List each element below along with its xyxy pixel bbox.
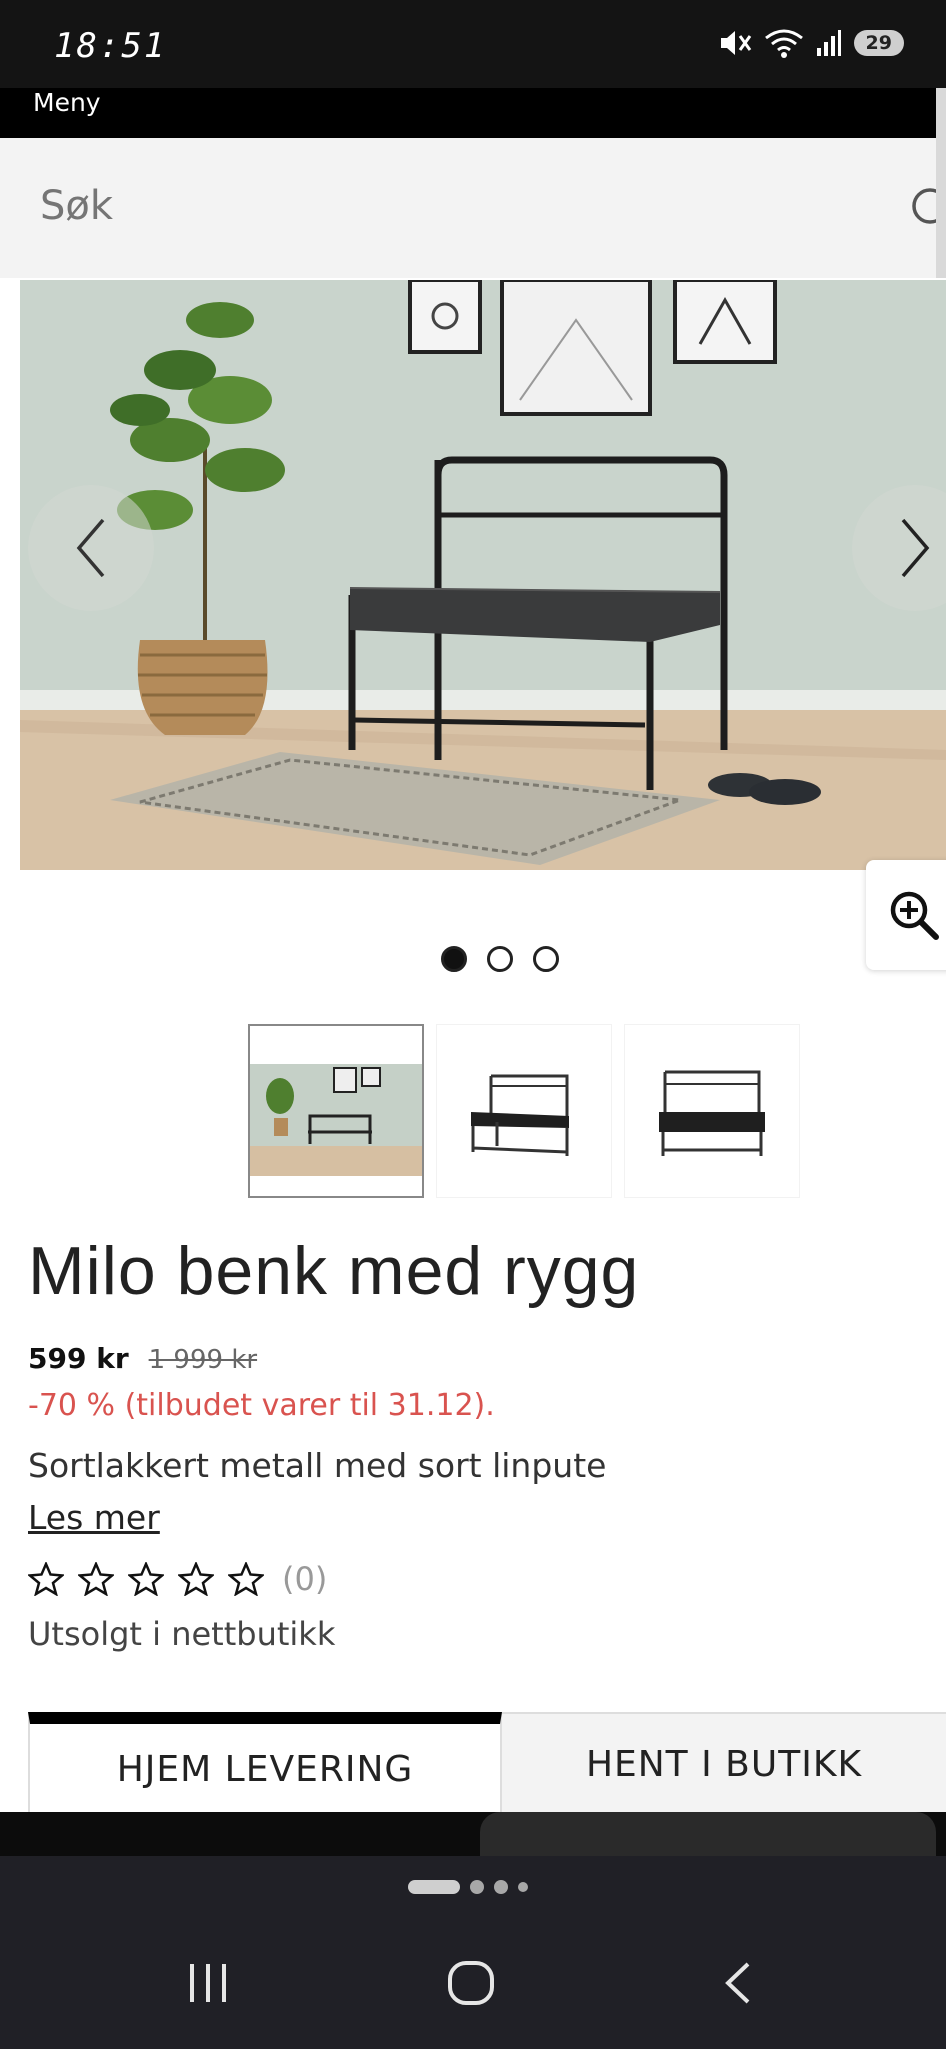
page-indicator xyxy=(408,1880,528,1894)
product-photo xyxy=(20,280,946,870)
original-price: 1 999 kr xyxy=(148,1345,258,1375)
page-indicator-active xyxy=(408,1880,460,1894)
rating-count: (0) xyxy=(282,1560,328,1598)
carousel-dot-2[interactable] xyxy=(487,946,513,972)
tab-home-delivery[interactable]: HJEM LEVERING xyxy=(28,1712,502,1814)
tab-pickup-in-store[interactable]: HENT I BUTIKK xyxy=(502,1712,946,1814)
zoom-in-icon xyxy=(890,891,939,940)
signal-icon xyxy=(816,30,841,56)
bottom-overlay-chip xyxy=(480,1812,936,1856)
page-indicator-dot xyxy=(494,1880,508,1894)
search-input[interactable] xyxy=(40,176,860,236)
product-description: Sortlakkert metall med sort linpute xyxy=(28,1446,607,1485)
status-time: 18:51 xyxy=(54,26,167,66)
status-bar: 18:51 29 xyxy=(0,0,946,90)
status-icons: 29 xyxy=(718,28,904,58)
star-outline-icon xyxy=(178,1562,214,1596)
chevron-right-icon xyxy=(901,518,930,578)
product-image[interactable] xyxy=(20,280,946,870)
thumbnail-3[interactable] xyxy=(624,1024,800,1198)
recent-apps-icon[interactable] xyxy=(186,1960,230,2006)
search-bar xyxy=(0,138,946,278)
thumbnail-strip xyxy=(248,1024,800,1198)
product-title: Milo benk med rygg xyxy=(28,1233,640,1309)
zoom-button[interactable] xyxy=(866,860,946,970)
read-more-link[interactable]: Les mer xyxy=(28,1498,160,1537)
wifi-icon xyxy=(764,29,803,58)
chevron-left-icon xyxy=(76,518,105,578)
current-price: 599 kr xyxy=(28,1342,129,1375)
star-outline-icon xyxy=(228,1562,264,1596)
star-outline-icon xyxy=(28,1562,64,1596)
previous-image-button[interactable] xyxy=(28,485,154,611)
delivery-tabs: HJEM LEVERING HENT I BUTIKK xyxy=(28,1712,946,1814)
thumbnail-1[interactable] xyxy=(248,1024,424,1198)
discount-text: -70 % (tilbudet varer til 31.12). xyxy=(28,1388,495,1423)
menu-label[interactable]: Meny xyxy=(33,88,101,117)
mute-icon xyxy=(720,31,751,55)
carousel-dot-1[interactable] xyxy=(441,946,467,972)
page-indicator-dot xyxy=(518,1882,528,1892)
carousel-dot-3[interactable] xyxy=(533,946,559,972)
stock-status: Utsolgt i nettbutikk xyxy=(28,1615,336,1653)
menu-bar[interactable]: Meny xyxy=(0,88,938,138)
back-icon[interactable] xyxy=(718,1960,758,2006)
home-icon[interactable] xyxy=(446,1960,496,2006)
thumbnail-bench-front-image xyxy=(659,1070,765,1156)
page-indicator-dot xyxy=(470,1880,484,1894)
battery-indicator: 29 xyxy=(853,30,904,56)
thumbnail-2[interactable] xyxy=(436,1024,612,1198)
thumbnail-bench-angle-image xyxy=(471,1074,569,1156)
star-outline-icon xyxy=(78,1562,114,1596)
thumbnail-room-image xyxy=(250,1064,422,1176)
page-scrollbar[interactable] xyxy=(936,88,946,278)
price-row: 599 kr 1 999 kr xyxy=(28,1342,257,1375)
star-outline-icon xyxy=(128,1562,164,1596)
rating[interactable]: (0) xyxy=(28,1560,327,1598)
carousel-dots xyxy=(441,946,559,972)
